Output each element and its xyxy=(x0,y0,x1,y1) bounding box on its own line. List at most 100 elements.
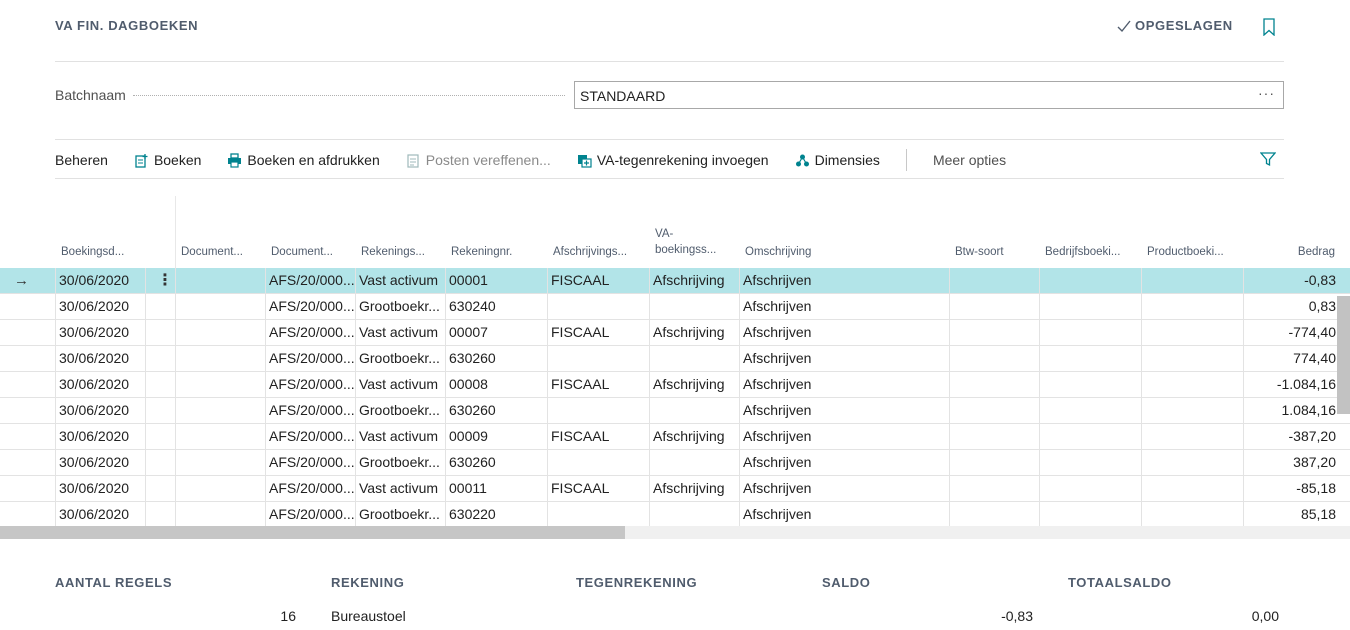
cell-documenttype[interactable] xyxy=(175,476,265,501)
cell-documentnr[interactable]: AFS/20/000... xyxy=(265,372,355,397)
cell-empty[interactable] xyxy=(949,372,1039,397)
cell-boekingsdatum[interactable]: 30/06/2020 xyxy=(55,372,145,397)
cell-rekeningnr[interactable]: 630260 xyxy=(445,398,547,423)
cell-empty[interactable] xyxy=(1141,476,1243,501)
cell-boekingsdatum[interactable]: 30/06/2020 xyxy=(55,476,145,501)
cell-boekingsdatum[interactable]: 30/06/2020 xyxy=(55,398,145,423)
cell-va-boekingssoort[interactable]: Afschrijving xyxy=(649,476,739,501)
cell-rekeningsoort[interactable]: Grootboekr... xyxy=(355,502,445,526)
cell-bedrag[interactable]: 0,83 xyxy=(1243,294,1350,319)
cell-bedrag[interactable]: -1.084,16 xyxy=(1243,372,1350,397)
cell-documentnr[interactable]: AFS/20/000... xyxy=(265,502,355,526)
table-row[interactable]: 30/06/2020 AFS/20/000... Vast activum 00001… xyxy=(0,268,1350,294)
table-row[interactable]: 30/06/2020 AFS/20/000... Grootboekr... 6302… xyxy=(0,502,1350,526)
cell-empty[interactable] xyxy=(949,502,1039,526)
cell-empty[interactable] xyxy=(145,294,175,319)
cell-documenttype[interactable] xyxy=(175,450,265,475)
cell-rekeningsoort[interactable]: Grootboekr... xyxy=(355,346,445,371)
beheren-button[interactable]: Beheren xyxy=(55,152,108,168)
cell-rekeningnr[interactable]: 00011 xyxy=(445,476,547,501)
cell-boekingsdatum[interactable]: 30/06/2020 xyxy=(55,450,145,475)
cell-documentnr[interactable]: AFS/20/000... xyxy=(265,268,355,293)
boeken-afdrukken-button[interactable]: Boeken en afdrukken xyxy=(227,152,380,168)
meer-opties-button[interactable]: Meer opties xyxy=(933,152,1006,168)
cell-bedrag[interactable]: 774,40 xyxy=(1243,346,1350,371)
cell-afschrijvingsboek[interactable]: FISCAAL xyxy=(547,424,649,449)
cell-bedrag[interactable]: 387,20 xyxy=(1243,450,1350,475)
cell-empty[interactable] xyxy=(1039,476,1141,501)
cell-afschrijvingsboek[interactable] xyxy=(547,502,649,526)
cell-rekeningnr[interactable]: 00009 xyxy=(445,424,547,449)
cell-empty[interactable] xyxy=(145,372,175,397)
cell-va-boekingssoort[interactable]: Afschrijving xyxy=(649,424,739,449)
cell-rekeningsoort[interactable]: Vast activum xyxy=(355,372,445,397)
cell-bedrag[interactable]: -774,40 xyxy=(1243,320,1350,345)
cell-rekeningnr[interactable]: 630220 xyxy=(445,502,547,526)
cell-empty[interactable] xyxy=(0,502,55,526)
col-header-afschrijvingsboek[interactable]: Afschrijvings... xyxy=(553,246,645,258)
cell-empty[interactable] xyxy=(1141,294,1243,319)
cell-documenttype[interactable] xyxy=(175,398,265,423)
cell-afschrijvingsboek[interactable]: FISCAAL xyxy=(547,268,649,293)
cell-rekeningsoort[interactable]: Grootboekr... xyxy=(355,450,445,475)
col-header-va-boekingssoort[interactable]: VA- boekingss... xyxy=(655,226,735,258)
cell-empty[interactable] xyxy=(949,398,1039,423)
cell-empty[interactable] xyxy=(949,346,1039,371)
cell-empty[interactable] xyxy=(1039,346,1141,371)
cell-documentnr[interactable]: AFS/20/000... xyxy=(265,476,355,501)
cell-bedrag[interactable]: -85,18 xyxy=(1243,476,1350,501)
cell-empty[interactable] xyxy=(1141,320,1243,345)
cell-boekingsdatum[interactable]: 30/06/2020 xyxy=(55,346,145,371)
table-row[interactable]: 30/06/2020 AFS/20/000... Vast activum 00009… xyxy=(0,424,1350,450)
cell-empty[interactable] xyxy=(949,450,1039,475)
cell-rekeningnr[interactable]: 630260 xyxy=(445,450,547,475)
cell-empty[interactable] xyxy=(145,346,175,371)
cell-documenttype[interactable] xyxy=(175,372,265,397)
cell-rekeningsoort[interactable]: Grootboekr... xyxy=(355,294,445,319)
cell-empty[interactable] xyxy=(0,476,55,501)
col-header-bedrijfsboeking[interactable]: Bedrijfsboeki... xyxy=(1045,246,1141,258)
cell-bedrag[interactable]: 1.084,16 xyxy=(1243,398,1350,423)
cell-empty[interactable] xyxy=(1039,502,1141,526)
col-header-documenttype[interactable]: Document... xyxy=(181,246,261,258)
cell-empty[interactable] xyxy=(145,320,175,345)
col-header-boekingsdatum[interactable]: Boekingsd... xyxy=(61,246,141,258)
col-header-productboeking[interactable]: Productboeki... xyxy=(1147,246,1237,258)
col-header-omschrijving[interactable]: Omschrijving xyxy=(745,246,935,258)
table-row[interactable]: 30/06/2020 AFS/20/000... Grootboekr... 6302… xyxy=(0,294,1350,320)
cell-empty[interactable] xyxy=(1039,450,1141,475)
cell-empty[interactable] xyxy=(0,424,55,449)
table-row[interactable]: 30/06/2020 AFS/20/000... Vast activum 00011… xyxy=(0,476,1350,502)
cell-rekeningnr[interactable]: 630260 xyxy=(445,346,547,371)
cell-va-boekingssoort[interactable]: Afschrijving xyxy=(649,268,739,293)
cell-documentnr[interactable]: AFS/20/000... xyxy=(265,450,355,475)
cell-bedrag[interactable]: 85,18 xyxy=(1243,502,1350,526)
cell-va-boekingssoort[interactable] xyxy=(649,346,739,371)
cell-documentnr[interactable]: AFS/20/000... xyxy=(265,320,355,345)
cell-documentnr[interactable]: AFS/20/000... xyxy=(265,294,355,319)
cell-empty[interactable] xyxy=(1039,372,1141,397)
posten-vereffenen-button[interactable]: Posten vereffenen... xyxy=(406,152,551,168)
cell-rekeningsoort[interactable]: Vast activum xyxy=(355,476,445,501)
cell-va-boekingssoort[interactable]: Afschrijving xyxy=(649,372,739,397)
cell-afschrijvingsboek[interactable] xyxy=(547,450,649,475)
bookmark-icon[interactable] xyxy=(1262,18,1276,36)
cell-empty[interactable] xyxy=(1141,398,1243,423)
cell-boekingsdatum[interactable]: 30/06/2020 xyxy=(55,268,145,293)
table-row[interactable]: 30/06/2020 AFS/20/000... Vast activum 00008… xyxy=(0,372,1350,398)
cell-empty[interactable] xyxy=(0,450,55,475)
cell-omschrijving[interactable]: Afschrijven xyxy=(739,294,949,319)
cell-empty[interactable] xyxy=(0,398,55,423)
cell-empty[interactable] xyxy=(1141,502,1243,526)
cell-empty[interactable] xyxy=(1039,424,1141,449)
cell-empty[interactable] xyxy=(1141,346,1243,371)
cell-empty[interactable] xyxy=(145,476,175,501)
table-row[interactable]: 30/06/2020 AFS/20/000... Grootboekr... 6302… xyxy=(0,346,1350,372)
cell-empty[interactable] xyxy=(1039,320,1141,345)
cell-rekeningsoort[interactable]: Vast activum xyxy=(355,424,445,449)
cell-omschrijving[interactable]: Afschrijven xyxy=(739,372,949,397)
cell-rekeningsoort[interactable]: Vast activum xyxy=(355,268,445,293)
cell-empty[interactable] xyxy=(1039,268,1141,293)
cell-omschrijving[interactable]: Afschrijven xyxy=(739,320,949,345)
batch-name-field[interactable]: STANDAARD ··· xyxy=(574,81,1284,109)
